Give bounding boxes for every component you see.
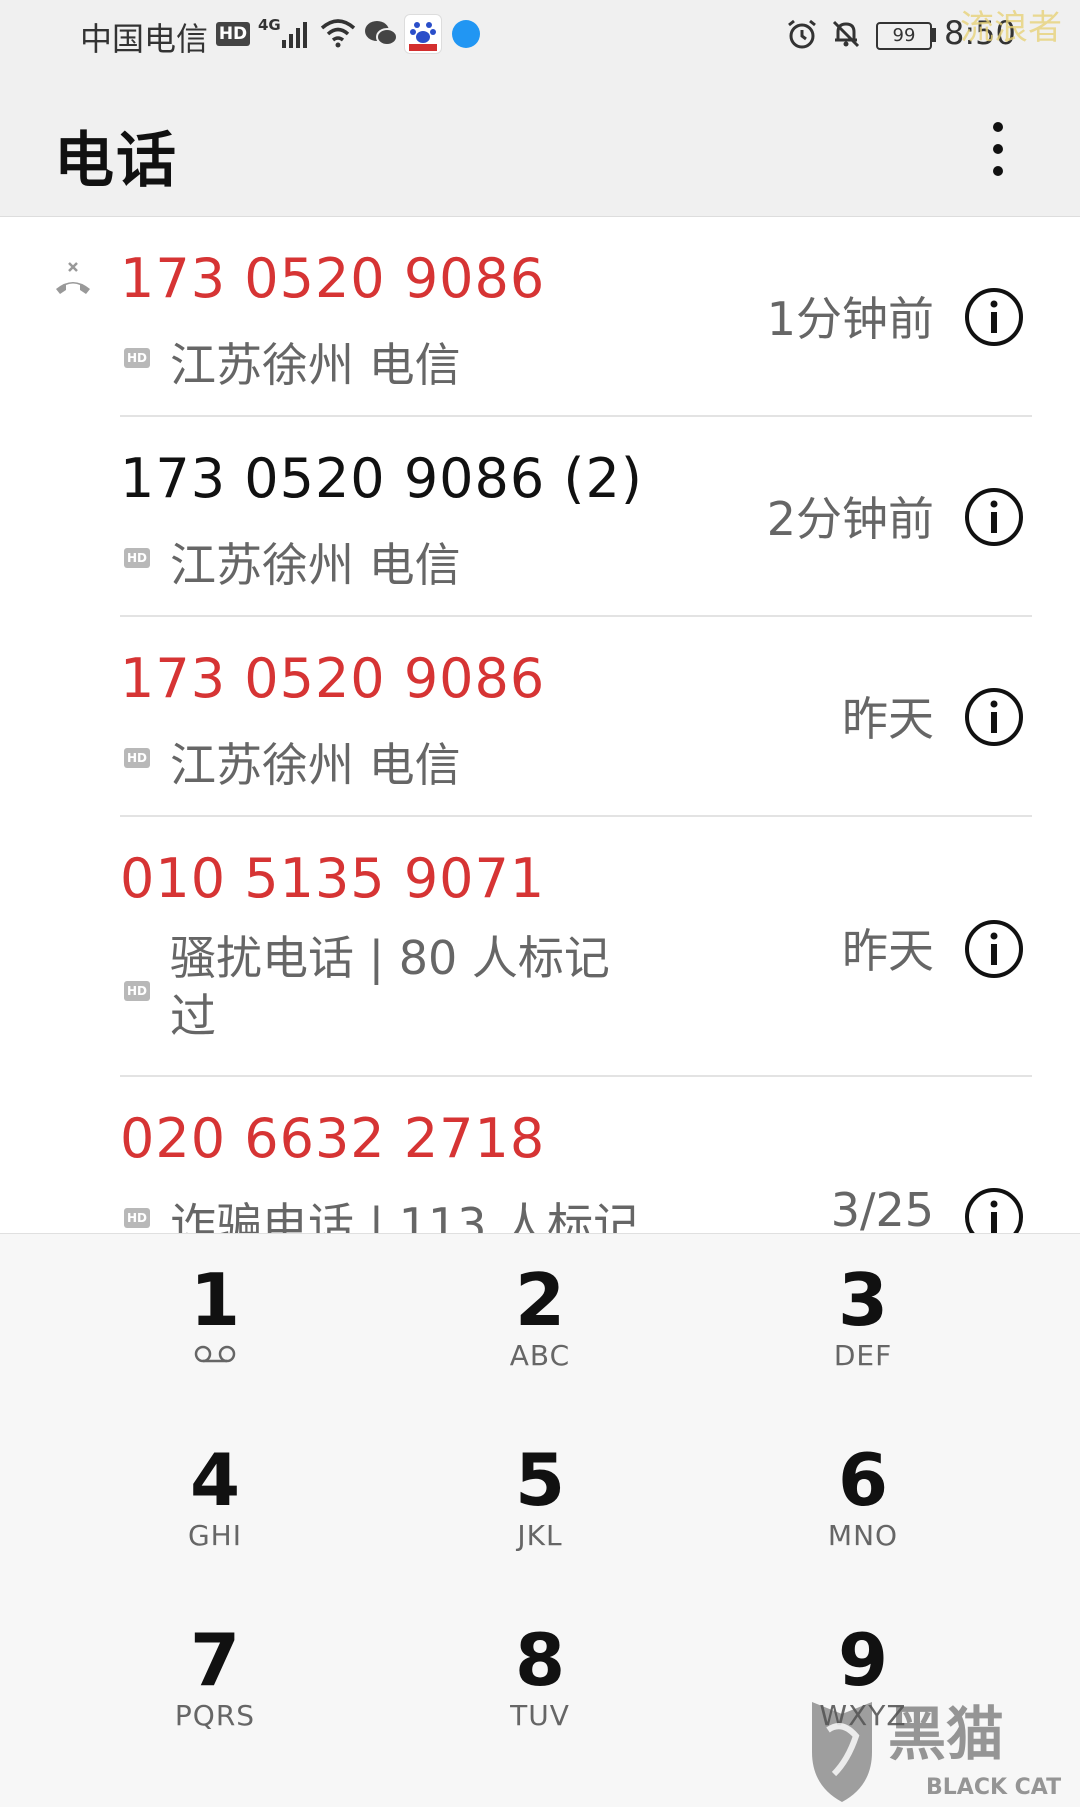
caller-location: 江苏徐州 电信 bbox=[170, 538, 461, 592]
key-digit: 4 bbox=[189, 1438, 241, 1522]
watermark-brand-en: BLACK CAT bbox=[926, 1775, 1061, 1800]
alarm-icon bbox=[788, 19, 816, 49]
key-letters: ABC bbox=[509, 1339, 571, 1372]
key-digit: 8 bbox=[514, 1618, 566, 1702]
page-title: 电话 bbox=[54, 126, 178, 196]
hd-badge: HD bbox=[124, 748, 150, 768]
wechat-icon bbox=[365, 21, 398, 46]
signal-icon bbox=[282, 22, 307, 48]
phone-number: 173 0520 9086 bbox=[120, 647, 546, 710]
hd-badge: HD bbox=[124, 1208, 150, 1228]
caller-tag: 骚扰电话 | 80 人标记过 bbox=[170, 931, 610, 1043]
dial-key-8[interactable]: 8 TUV bbox=[430, 1594, 650, 1764]
key-digit: 3 bbox=[837, 1258, 889, 1342]
phone-number: 173 0520 9086 bbox=[120, 247, 546, 310]
more-options-button[interactable] bbox=[970, 108, 1026, 188]
caller-location: 江苏徐州 电信 bbox=[170, 338, 461, 392]
hd-badge: HD bbox=[124, 348, 150, 368]
call-log-item[interactable]: 020 6632 2718 HD 诈骗电话 | 113 人标记 3/25 bbox=[0, 1077, 1080, 1233]
dial-key-7[interactable]: 7 PQRS bbox=[105, 1594, 325, 1764]
battery-level: 99 bbox=[876, 22, 932, 50]
call-log-item[interactable]: 173 0520 9086 HD 江苏徐州 电信 昨天 bbox=[0, 617, 1080, 817]
info-icon[interactable] bbox=[964, 487, 1024, 547]
call-log-item[interactable]: 173 0520 9086 HD 江苏徐州 电信 1分钟前 bbox=[0, 217, 1080, 417]
info-icon[interactable] bbox=[964, 919, 1024, 979]
carrier-label: 中国电信 bbox=[80, 20, 209, 58]
browser-app-icon bbox=[452, 20, 480, 48]
caller-tag: 诈骗电话 | 113 人标记 bbox=[170, 1198, 640, 1233]
call-time: 2分钟前 bbox=[766, 492, 934, 546]
dial-key-4[interactable]: 4 GHI bbox=[105, 1414, 325, 1584]
battery-tip bbox=[932, 28, 936, 42]
key-letters: PQRS bbox=[174, 1699, 256, 1732]
key-letters: DEF bbox=[833, 1339, 893, 1372]
dial-key-2[interactable]: 2 ABC bbox=[430, 1234, 650, 1404]
phone-number: 020 6632 2718 bbox=[120, 1107, 546, 1170]
call-log-list[interactable]: 173 0520 9086 HD 江苏徐州 电信 1分钟前 173 0520 9… bbox=[0, 217, 1080, 1233]
call-log-item[interactable]: 173 0520 9086 (2) HD 江苏徐州 电信 2分钟前 bbox=[0, 417, 1080, 617]
baidu-app-icon bbox=[404, 14, 442, 54]
key-letters: MNO bbox=[827, 1519, 899, 1552]
dial-key-3[interactable]: 3 DEF bbox=[753, 1234, 973, 1404]
key-digit: 1 bbox=[189, 1258, 241, 1342]
dial-key-1[interactable]: 1 bbox=[105, 1234, 325, 1404]
key-digit: 5 bbox=[514, 1438, 566, 1522]
info-icon[interactable] bbox=[964, 687, 1024, 747]
watermark-brand-cn: 黑猫 bbox=[888, 1700, 1004, 1768]
status-bar: 中国电信 HD 4G 99 8:50 流浪者 bbox=[0, 0, 1080, 72]
key-letters: TUV bbox=[510, 1699, 570, 1732]
blackcat-watermark-logo: 黑猫 BLACK CAT bbox=[812, 1700, 1061, 1802]
wifi-icon bbox=[320, 19, 356, 48]
info-icon[interactable] bbox=[964, 287, 1024, 347]
key-digit: 9 bbox=[837, 1618, 889, 1702]
voicemail-icon bbox=[194, 1345, 236, 1363]
key-digit: 7 bbox=[189, 1618, 241, 1702]
more-icon-dot bbox=[993, 122, 1003, 132]
key-letters: GHI bbox=[187, 1519, 242, 1552]
call-time: 3/25 bbox=[830, 1183, 934, 1233]
missed-call-icon bbox=[56, 262, 90, 294]
hd-badge: HD bbox=[124, 981, 150, 1001]
call-log-item[interactable]: 010 5135 9071 HD 骚扰电话 | 80 人标记过 昨天 bbox=[0, 817, 1080, 1077]
hd-voice-badge: HD bbox=[216, 22, 250, 46]
info-icon[interactable] bbox=[964, 1187, 1024, 1233]
key-letters: JKL bbox=[517, 1519, 563, 1552]
dial-key-5[interactable]: 5 JKL bbox=[430, 1414, 650, 1584]
caller-location: 江苏徐州 电信 bbox=[170, 738, 461, 792]
network-type: 4G bbox=[258, 16, 281, 34]
hd-badge: HD bbox=[124, 548, 150, 568]
phone-number: 010 5135 9071 bbox=[120, 847, 546, 910]
call-time: 1分钟前 bbox=[766, 292, 934, 346]
call-time: 昨天 bbox=[842, 692, 934, 746]
more-icon-dot bbox=[993, 144, 1003, 154]
dial-key-6[interactable]: 6 MNO bbox=[753, 1414, 973, 1584]
more-icon-dot bbox=[993, 166, 1003, 176]
key-digit: 2 bbox=[514, 1258, 566, 1342]
watermark-text: 流浪者 bbox=[960, 8, 1062, 48]
call-time: 昨天 bbox=[842, 924, 934, 978]
app-bar: 电话 bbox=[0, 72, 1080, 217]
mute-notification-icon bbox=[832, 20, 860, 48]
phone-number: 173 0520 9086 (2) bbox=[120, 447, 643, 510]
key-digit: 6 bbox=[837, 1438, 889, 1522]
